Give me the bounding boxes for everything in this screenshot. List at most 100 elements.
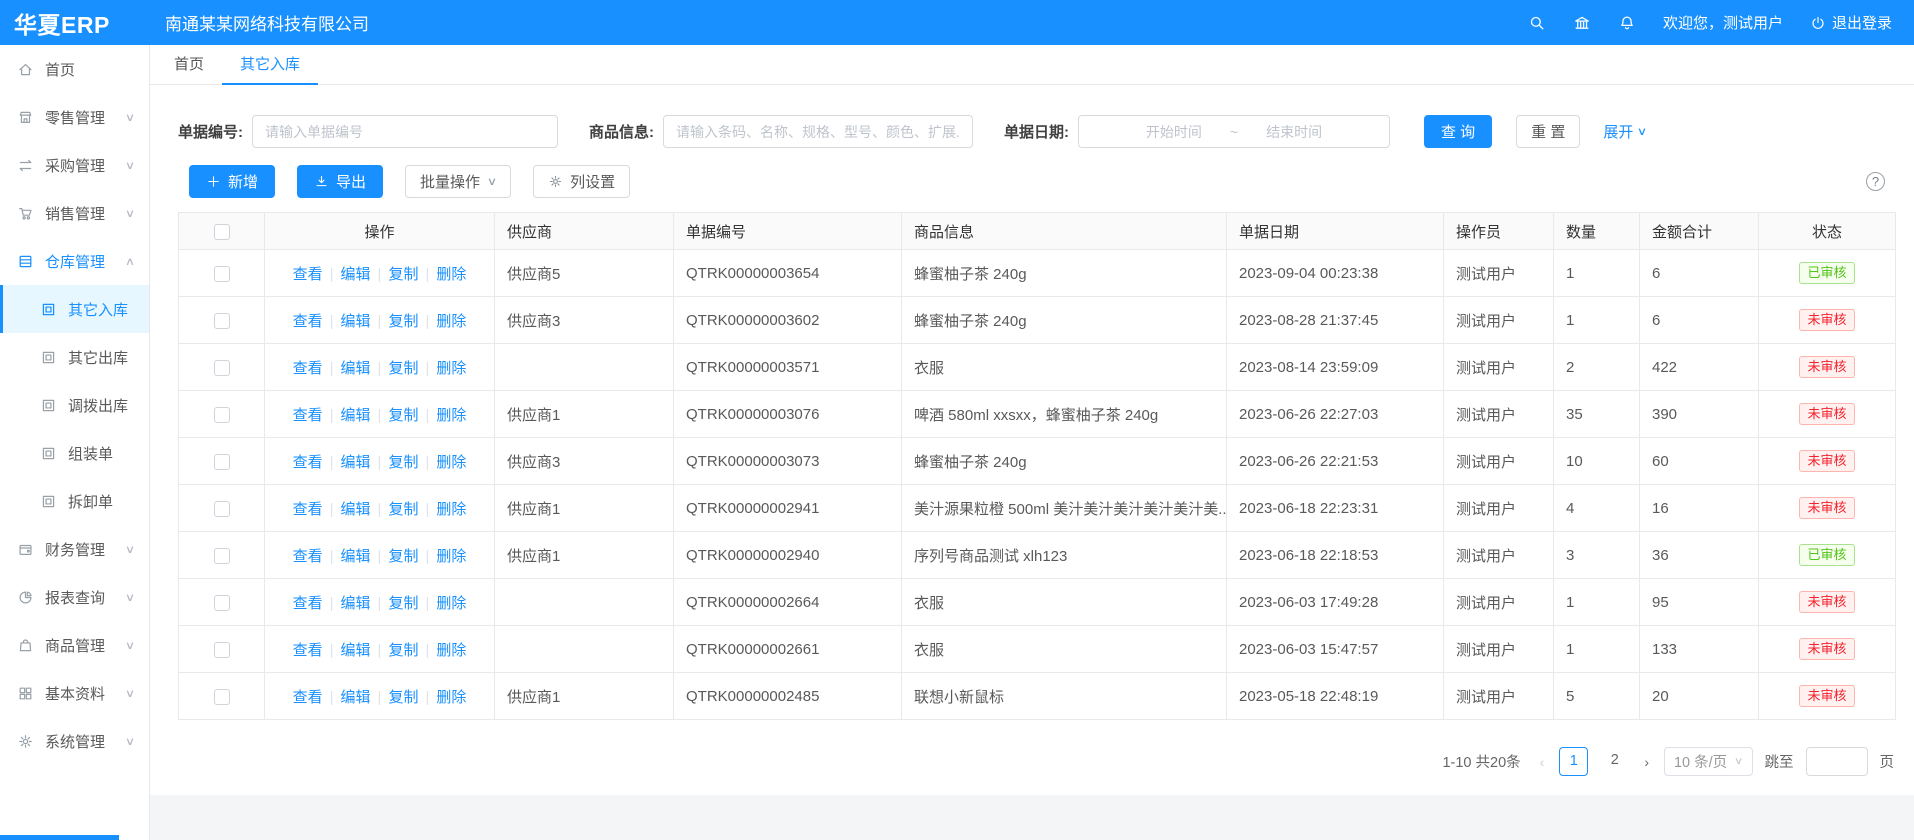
jump-to-input[interactable] [1806,747,1868,776]
row-op-edit[interactable]: 编辑 [341,689,371,706]
row-op-view[interactable]: 查看 [293,642,323,659]
sidebar-item-sales[interactable]: 销售管理 ∨ [0,189,149,237]
row-op-edit[interactable]: 编辑 [341,454,371,471]
next-page-icon[interactable]: › [1641,754,1652,770]
logout-button[interactable]: 退出登录 [1810,12,1892,33]
sidebar-item-reports[interactable]: 报表查询 ∨ [0,573,149,621]
op-separator: | [425,407,429,424]
sidebar-item-home[interactable]: 首页 [0,45,149,93]
tab-other-inbound[interactable]: 其它入库 [222,45,318,84]
row-op-view[interactable]: 查看 [293,360,323,377]
row-op-delete[interactable]: 删除 [436,266,466,283]
chevron-down-icon: ∨ [125,207,135,220]
row-op-delete[interactable]: 删除 [436,548,466,565]
op-separator: | [378,313,382,330]
row-op-delete[interactable]: 删除 [436,595,466,612]
op-separator: | [330,266,334,283]
help-icon[interactable]: ? [1866,172,1885,191]
shop-icon [17,109,34,126]
sidebar-item-retail[interactable]: 零售管理 ∨ [0,93,149,141]
bank-icon[interactable] [1573,14,1591,32]
row-op-copy[interactable]: 复制 [388,454,418,471]
row-op-delete[interactable]: 删除 [436,689,466,706]
row-checkbox[interactable] [214,407,230,423]
row-checkbox[interactable] [214,642,230,658]
row-op-view[interactable]: 查看 [293,548,323,565]
sidebar-item-basic-data[interactable]: 基本资料 ∨ [0,669,149,717]
row-op-view[interactable]: 查看 [293,501,323,518]
row-op-copy[interactable]: 复制 [388,642,418,659]
sidebar-item-other-inbound[interactable]: 其它入库 [0,285,149,333]
bell-icon[interactable] [1618,14,1636,32]
sidebar-item-transfer-outbound[interactable]: 调拨出库 [0,381,149,429]
sidebar-item-products[interactable]: 商品管理 ∨ [0,621,149,669]
select-all-checkbox[interactable] [214,224,230,240]
tab-home[interactable]: 首页 [156,45,222,84]
row-op-edit[interactable]: 编辑 [341,501,371,518]
row-op-edit[interactable]: 编辑 [341,360,371,377]
expand-link[interactable]: 展开 ∨ [1603,121,1646,142]
horizontal-scrollbar-thumb[interactable] [0,835,119,840]
row-checkbox[interactable] [214,266,230,282]
row-op-edit[interactable]: 编辑 [341,595,371,612]
row-op-view[interactable]: 查看 [293,689,323,706]
sidebar-item-assembly[interactable]: 组装单 [0,429,149,477]
sidebar-item-finance[interactable]: 财务管理 ∨ [0,525,149,573]
sidebar-item-other-outbound[interactable]: 其它出库 [0,333,149,381]
row-checkbox[interactable] [214,595,230,611]
row-op-copy[interactable]: 复制 [388,266,418,283]
row-op-view[interactable]: 查看 [293,595,323,612]
op-separator: | [378,266,382,283]
search-icon[interactable] [1528,14,1546,32]
row-op-delete[interactable]: 删除 [436,360,466,377]
product-info-input[interactable] [663,115,973,148]
date-range-input[interactable]: 开始时间 ~ 结束时间 [1078,115,1390,148]
row-op-delete[interactable]: 删除 [436,313,466,330]
row-op-edit[interactable]: 编辑 [341,313,371,330]
row-checkbox[interactable] [214,548,230,564]
row-op-copy[interactable]: 复制 [388,407,418,424]
row-op-view[interactable]: 查看 [293,454,323,471]
row-op-copy[interactable]: 复制 [388,360,418,377]
row-op-edit[interactable]: 编辑 [341,266,371,283]
row-op-delete[interactable]: 删除 [436,407,466,424]
row-op-edit[interactable]: 编辑 [341,548,371,565]
export-button[interactable]: 导出 [297,165,383,198]
row-op-copy[interactable]: 复制 [388,548,418,565]
row-op-delete[interactable]: 删除 [436,642,466,659]
page-size-select[interactable]: 10 条/页 ∨ [1664,747,1753,776]
bill-no-input[interactable] [252,115,558,148]
sidebar-item-disassembly[interactable]: 拆卸单 [0,477,149,525]
row-checkbox[interactable] [214,313,230,329]
page-number-1[interactable]: 1 [1559,747,1588,776]
row-op-copy[interactable]: 复制 [388,313,418,330]
row-op-copy[interactable]: 复制 [388,595,418,612]
row-op-edit[interactable]: 编辑 [341,407,371,424]
page-number-2[interactable]: 2 [1600,747,1629,776]
reset-button[interactable]: 重 置 [1516,115,1580,148]
row-op-delete[interactable]: 删除 [436,501,466,518]
row-op-copy[interactable]: 复制 [388,689,418,706]
row-op-view[interactable]: 查看 [293,313,323,330]
sidebar-item-system[interactable]: 系统管理 ∨ [0,717,149,765]
row-checkbox[interactable] [214,689,230,705]
status-badge: 未审核 [1799,356,1854,378]
row-op-view[interactable]: 查看 [293,266,323,283]
cell-amount: 20 [1640,673,1759,720]
row-op-copy[interactable]: 复制 [388,501,418,518]
batch-actions-button[interactable]: 批量操作 ∨ [405,165,511,198]
cell-amount: 95 [1640,579,1759,626]
search-button[interactable]: 查 询 [1424,115,1492,148]
sidebar-item-warehouse[interactable]: 仓库管理 ∧ [0,237,149,285]
row-checkbox[interactable] [214,501,230,517]
date-end-placeholder: 结束时间 [1266,122,1322,142]
prev-page-icon[interactable]: ‹ [1537,754,1548,770]
column-settings-button[interactable]: 列设置 [533,165,630,198]
row-op-view[interactable]: 查看 [293,407,323,424]
row-checkbox[interactable] [214,454,230,470]
row-checkbox[interactable] [214,360,230,376]
sidebar-item-purchase[interactable]: 采购管理 ∨ [0,141,149,189]
row-op-edit[interactable]: 编辑 [341,642,371,659]
add-button[interactable]: 新增 [189,165,275,198]
row-op-delete[interactable]: 删除 [436,454,466,471]
